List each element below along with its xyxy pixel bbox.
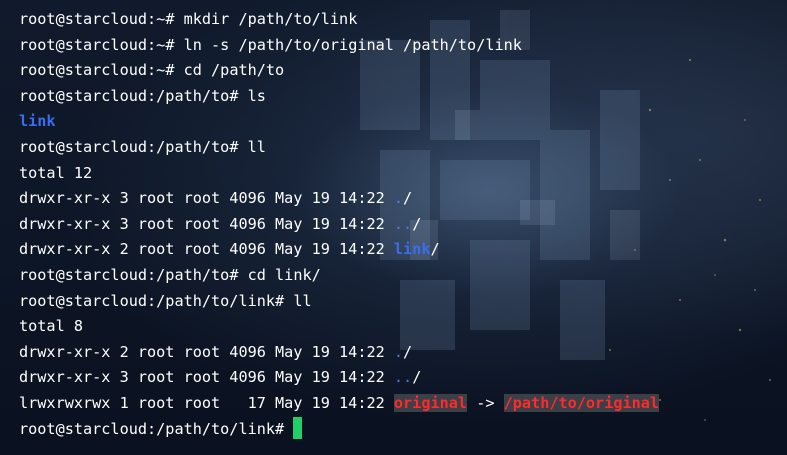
entry-meta: drwxr-xr-x 3 root root 4096 May 19 14:22: [19, 214, 394, 233]
prompt-cwd: /path/to/link: [156, 419, 276, 438]
command-text: ll: [247, 137, 266, 156]
ll-entry: drwxr-xr-x 2 root root 4096 May 19 14:22…: [19, 340, 787, 366]
entry-suffix: /: [430, 240, 440, 259]
command-text: cd link/: [247, 265, 321, 284]
entry-name: ..: [393, 214, 413, 233]
prompt-cwd: ~: [156, 10, 166, 28]
prompt-cwd: /path/to: [156, 265, 230, 284]
entry-name: .: [393, 189, 404, 208]
text-cursor: [293, 416, 303, 439]
entry-meta: drwxr-xr-x 3 root root 4096 May 19 14:22: [19, 189, 394, 208]
entry-name: link: [393, 240, 431, 259]
entry-suffix: /: [403, 189, 413, 208]
command-text: ls: [247, 86, 266, 105]
entry-meta: drwxr-xr-x 2 root root 4096 May 19 14:22: [19, 342, 394, 361]
entry-meta: lrwxrwxrwx 1 root root 17 May 19 14:22: [19, 393, 394, 412]
command-line: root@starcloud:/path/to# ll: [19, 137, 266, 156]
command-text: ln -s /path/to/original /path/to/link: [183, 35, 522, 54]
command-text: ll: [293, 291, 312, 310]
command-line: root@starcloud:~# mkdir /path/to/link: [19, 10, 358, 28]
entry-meta: drwxr-xr-x 2 root root 4096 May 19 14:22: [19, 240, 394, 259]
ll-entry: drwxr-xr-x 3 root root 4096 May 19 14:22…: [19, 212, 787, 238]
entry-suffix: /: [412, 368, 422, 387]
ll-total-line: total 12: [19, 163, 93, 182]
prompt-cwd: /path/to/link: [156, 291, 276, 310]
prompt-user-host: root@starcloud:: [19, 291, 157, 310]
prompt-cwd: ~: [156, 61, 166, 80]
command-text: cd /path/to: [183, 61, 285, 80]
ll-total-line: total 8: [19, 317, 84, 336]
prompt-user-host: root@starcloud:: [19, 265, 157, 284]
command-line: root@starcloud:/path/to# ls: [19, 86, 266, 105]
prompt-user-host: root@starcloud:: [19, 419, 157, 438]
ll-entry: drwxr-xr-x 3 root root 4096 May 19 14:22…: [19, 186, 787, 212]
command-text: mkdir /path/to/link: [183, 10, 358, 28]
command-line: root@starcloud:~# cd /path/to: [19, 61, 285, 80]
entry-name: .: [393, 342, 404, 361]
terminal-output: root@starcloud:~# mkdir /path/to/link ro…: [19, 7, 787, 442]
ll-entry: lrwxrwxrwx 1 root root 17 May 19 14:22 o…: [19, 391, 787, 417]
terminal-window[interactable]: root@starcloud:~# mkdir /path/to/link ro…: [0, 0, 787, 455]
command-line: root@starcloud:~# ln -s /path/to/origina…: [19, 35, 522, 54]
command-line: root@starcloud:/path/to/link# ll: [19, 291, 312, 310]
entry-suffix: /: [412, 214, 422, 233]
command-line: root@starcloud:/path/to# cd link/: [19, 265, 321, 284]
entry-name: ..: [393, 368, 413, 387]
prompt-user-host: root@starcloud:: [19, 86, 157, 105]
entry-meta: drwxr-xr-x 3 root root 4096 May 19 14:22: [19, 368, 394, 387]
prompt-cwd: /path/to: [156, 137, 230, 156]
symlink-name: original: [393, 393, 468, 412]
prompt-user-host: root@starcloud:: [19, 61, 157, 80]
prompt-user-host: root@starcloud:: [19, 10, 157, 28]
entry-suffix: /: [403, 342, 413, 361]
prompt-cwd: /path/to: [156, 86, 230, 105]
ll-entry: drwxr-xr-x 3 root root 4096 May 19 14:22…: [19, 365, 787, 391]
ls-output-line: link: [19, 109, 787, 135]
ll-entry: drwxr-xr-x 2 root root 4096 May 19 14:22…: [19, 237, 787, 263]
command-line[interactable]: root@starcloud:/path/to/link#: [19, 416, 787, 443]
prompt-user-host: root@starcloud:: [19, 35, 157, 54]
symlink-target: /path/to/original: [503, 393, 660, 412]
directory-name: link: [19, 112, 56, 131]
symlink-arrow: ->: [467, 393, 504, 412]
prompt-user-host: root@starcloud:: [19, 137, 157, 156]
prompt-cwd: ~: [156, 35, 166, 54]
